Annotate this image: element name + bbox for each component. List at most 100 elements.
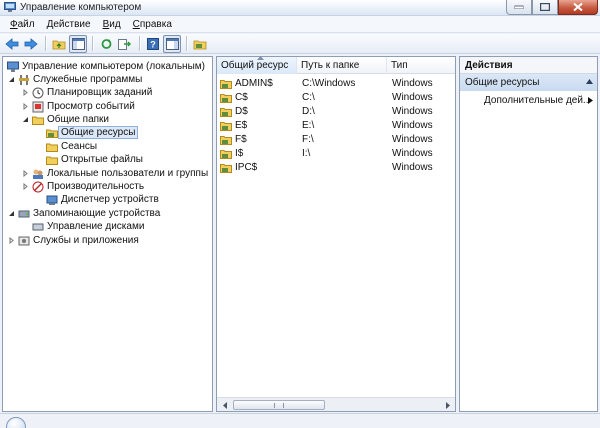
share-icon: [220, 136, 232, 145]
tree-item-sessions[interactable]: Сеансы: [35, 140, 97, 153]
tree-item-shares[interactable]: Общие ресурсы: [35, 126, 139, 139]
menu-action[interactable]: Действие: [41, 19, 97, 30]
list-header: Общий ресурс Путь к папке Тип: [217, 57, 455, 74]
scroll-left-icon: [222, 401, 227, 409]
menu-help[interactable]: Справка: [127, 19, 178, 30]
collapsed-arrow-icon[interactable]: [21, 169, 30, 178]
tree-item-storage[interactable]: Запоминающие устройства: [7, 207, 160, 220]
horizontal-scrollbar[interactable]: [217, 397, 455, 411]
menu-view[interactable]: Вид: [97, 19, 127, 30]
list-item[interactable]: ADMIN$ C:\Windows Windows: [217, 77, 455, 91]
menu-bar: Файл Действие Вид Справка: [0, 16, 600, 33]
tree-label: Управление дисками: [47, 221, 145, 232]
expanded-arrow-icon[interactable]: [21, 115, 30, 124]
tree-item-event-viewer[interactable]: Просмотр событий: [21, 100, 135, 113]
svg-text:?: ?: [150, 39, 156, 49]
close-button[interactable]: [558, 0, 598, 15]
tree-label: Диспетчер устройств: [61, 194, 159, 205]
device-manager-icon: [46, 194, 58, 206]
tree-item-local-users[interactable]: Локальные пользователи и группы: [21, 167, 208, 180]
tree-item-task-scheduler[interactable]: Планировщик заданий: [21, 86, 152, 99]
help-button[interactable]: ?: [144, 35, 162, 53]
toolbar-separator: [139, 36, 140, 51]
shares-list: Общий ресурс Путь к папке Тип ADMIN$ C:\…: [216, 56, 456, 412]
expanded-arrow-icon[interactable]: [7, 209, 16, 218]
actions-section-shares[interactable]: Общие ресурсы: [460, 74, 597, 91]
back-button[interactable]: [3, 35, 21, 53]
services-icon: [18, 235, 30, 247]
tools-icon: [18, 74, 30, 86]
tree-label: Службы и приложения: [33, 235, 139, 246]
maximize-button[interactable]: [532, 0, 558, 15]
tree-label: Сеансы: [61, 141, 98, 152]
list-item[interactable]: D$ D:\ Windows: [217, 105, 455, 119]
share-icon: [220, 108, 232, 117]
export-list-button[interactable]: [116, 35, 134, 53]
back-arrow-icon: [5, 37, 19, 50]
tree-item-device-manager[interactable]: Диспетчер устройств: [35, 193, 159, 206]
collapse-up-icon[interactable]: [586, 79, 593, 84]
list-item[interactable]: E$ E:\ Windows: [217, 119, 455, 133]
collapsed-arrow-icon[interactable]: [21, 182, 30, 191]
scrollbar-thumb[interactable]: [233, 400, 325, 410]
help-icon: ?: [147, 37, 159, 50]
share-icon: [220, 94, 232, 103]
minimize-icon: [514, 5, 524, 9]
list-item[interactable]: I$ I:\ Windows: [217, 147, 455, 161]
refresh-icon: [101, 38, 111, 49]
scroll-right-button[interactable]: [440, 399, 454, 411]
action-pane-icon: [165, 37, 179, 50]
column-type[interactable]: Тип: [387, 57, 455, 74]
tree-item-system-tools[interactable]: Служебные программы: [7, 73, 142, 86]
sort-up-icon: [257, 57, 264, 60]
tree-item-shared-folders[interactable]: Общие папки: [21, 113, 109, 126]
list-item[interactable]: IPC$ Windows: [217, 161, 455, 175]
storage-icon: [18, 208, 30, 220]
clock-icon: [32, 87, 44, 99]
scroll-left-button[interactable]: [218, 399, 232, 411]
status-bar: [0, 413, 600, 428]
forward-button[interactable]: [22, 35, 40, 53]
tree-item-services-apps[interactable]: Службы и приложения: [7, 234, 139, 247]
list-item[interactable]: C$ C:\ Windows: [217, 91, 455, 105]
tree-item-disk-management[interactable]: Управление дисками: [21, 220, 144, 233]
share-icon: [220, 122, 232, 131]
tree-item-root[interactable]: Управление компьютером (локальным): [7, 60, 205, 73]
toolbar-separator: [186, 36, 187, 51]
expanded-arrow-icon[interactable]: [7, 75, 16, 84]
more-actions-item[interactable]: Дополнительные дей...: [484, 95, 588, 106]
new-share-button[interactable]: [191, 35, 209, 53]
toolbar-separator: [92, 36, 93, 51]
menu-file[interactable]: Файл: [4, 19, 41, 30]
title-bar: Управление компьютером: [0, 0, 600, 16]
tree-label: Служебные программы: [33, 74, 143, 85]
collapsed-arrow-icon[interactable]: [7, 236, 16, 245]
column-share-name[interactable]: Общий ресурс: [217, 57, 297, 74]
tree-item-performance[interactable]: Производительность: [21, 180, 144, 193]
tree-label: Общие папки: [47, 114, 110, 125]
list-item[interactable]: F$ F:\ Windows: [217, 133, 455, 147]
collapsed-arrow-icon[interactable]: [21, 88, 30, 97]
tree-item-open-files[interactable]: Открытые файлы: [35, 153, 143, 166]
collapsed-arrow-icon[interactable]: [21, 102, 30, 111]
submenu-arrow-icon: [588, 97, 593, 104]
column-folder-path[interactable]: Путь к папке: [297, 57, 387, 74]
performance-icon: [32, 181, 44, 193]
refresh-button[interactable]: [97, 35, 115, 53]
show-console-tree-button[interactable]: [69, 34, 87, 53]
share-folder-icon: [193, 40, 207, 49]
folder-up-icon: [52, 40, 66, 49]
forward-arrow-icon: [24, 37, 38, 50]
tree-label: Управление компьютером (локальным): [22, 61, 205, 72]
tree-label: Планировщик заданий: [47, 87, 153, 98]
grip-icon: [274, 403, 284, 408]
up-folder-button[interactable]: [50, 35, 68, 53]
show-action-pane-button[interactable]: [163, 34, 181, 53]
tree-label: Открытые файлы: [61, 154, 143, 165]
minimize-button[interactable]: [506, 0, 532, 15]
window-title: Управление компьютером: [20, 2, 142, 13]
share-icon: [220, 150, 232, 159]
share-folder-icon: [46, 127, 58, 139]
close-icon: [573, 2, 583, 12]
computer-management-icon: [4, 2, 16, 12]
